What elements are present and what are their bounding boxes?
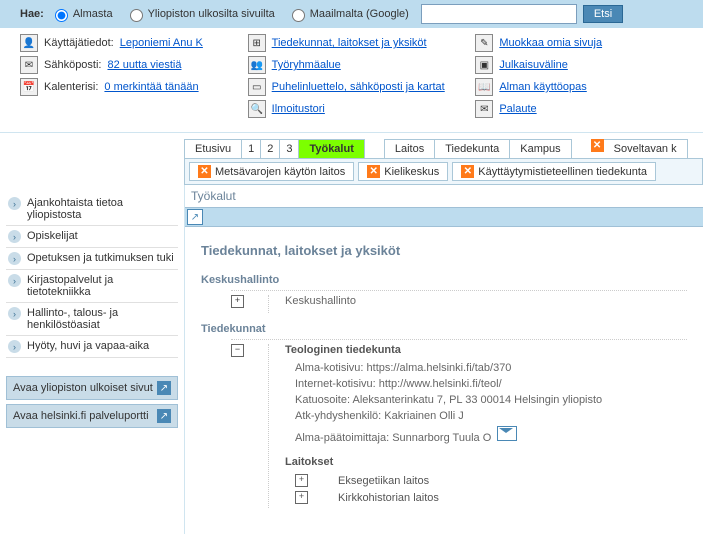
tab-etusivu[interactable]: Etusivu	[184, 139, 242, 158]
chevron-right-icon: ›	[8, 307, 21, 320]
close-icon[interactable]: ✕	[198, 165, 211, 178]
tab-laitos[interactable]: Laitos	[384, 139, 435, 158]
section-tiedekunnat: Tiedekunnat	[201, 323, 687, 335]
tab-tyokalut[interactable]: Työkalut	[298, 139, 364, 158]
expand-icon[interactable]: ↗	[187, 209, 203, 225]
link-board[interactable]: Ilmoitustori	[272, 103, 325, 115]
tab-soveltavan[interactable]: Soveltavan k	[604, 139, 688, 158]
mail-icon: ✉	[20, 56, 38, 74]
tab-2[interactable]: 2	[260, 139, 280, 158]
link-faculties[interactable]: Tiedekunnat, laitokset ja yksiköt	[272, 37, 427, 49]
ext-link-ulkoiset[interactable]: Avaa yliopiston ulkoiset sivut↗	[6, 376, 178, 400]
detail-editor: Alma-päätoimittaja: Sunnarborg Tuula O	[295, 426, 687, 444]
radio-almasta[interactable]: Almasta	[50, 6, 113, 22]
phonebook-icon: ▭	[248, 78, 266, 96]
tab-1[interactable]: 1	[241, 139, 261, 158]
detail-atk: Atk-yhdyshenkilö: Kakriainen Olli J	[295, 410, 687, 422]
subtab-kielikeskus[interactable]: ✕Kielikeskus	[358, 162, 448, 181]
sidebar-item-ajankohtaista[interactable]: ›Ajankohtaista tietoa yliopistosta	[6, 193, 178, 226]
tab-kampus[interactable]: Kampus	[509, 139, 571, 158]
feedback-icon: ✉	[475, 100, 493, 118]
link-publish[interactable]: Julkaisuväline	[499, 59, 567, 71]
chevron-right-icon: ›	[8, 274, 21, 287]
detail-web-url: Internet-kotisivu: http://www.helsinki.f…	[295, 378, 687, 390]
subtab-kayttaytymis[interactable]: ✕Käyttäytymistieteellinen tiedekunta	[452, 162, 656, 181]
detail-alma-url: Alma-kotisivu: https://alma.helsinki.fi/…	[295, 362, 687, 374]
sidebar-item-opetuksen[interactable]: ›Opetuksen ja tutkimuksen tuki	[6, 248, 178, 270]
tab-3[interactable]: 3	[279, 139, 299, 158]
close-icon[interactable]: ✕	[461, 165, 474, 178]
search-bar: Hae: Almasta Yliopiston ulkosilta sivuil…	[0, 0, 703, 28]
user-link[interactable]: Leponiemi Anu K	[120, 37, 203, 49]
info-row: 👤Käyttäjätiedot: Leponiemi Anu K ✉Sähköp…	[0, 28, 703, 133]
guide-icon: 📖	[475, 78, 493, 96]
tree-expand-icon[interactable]: +	[231, 295, 244, 308]
mail-link[interactable]: 82 uutta viestiä	[107, 59, 181, 71]
main-panel: Työkalut ↗ Tiedekunnat, laitokset ja yks…	[184, 185, 703, 534]
link-guide[interactable]: Alman käyttöopas	[499, 81, 586, 93]
subtab-metsavarojen[interactable]: ✕Metsävarojen käytön laitos	[189, 162, 354, 181]
link-editpages[interactable]: Muokkaa omia sivuja	[499, 37, 602, 49]
chevron-right-icon: ›	[8, 252, 21, 265]
calendar-icon: 📅	[20, 78, 38, 96]
section-keskushallinto: Keskushallinto	[201, 274, 687, 286]
sidebar-item-hyoty[interactable]: ›Hyöty, huvi ja vapaa-aika	[6, 336, 178, 358]
chevron-right-icon: ›	[8, 340, 21, 353]
link-phonebook[interactable]: Puhelinluettelo, sähköposti ja kartat	[272, 81, 445, 93]
link-workgroup[interactable]: Työryhmäalue	[272, 59, 341, 71]
close-extra-tab-icon[interactable]: ✕	[591, 139, 604, 152]
external-link-icon: ↗	[157, 409, 171, 423]
panel-toolbar: ↗	[185, 207, 703, 227]
group-icon: 👥	[248, 56, 266, 74]
link-feedback[interactable]: Palaute	[499, 103, 536, 115]
radio-google[interactable]: Maailmalta (Google)	[287, 6, 409, 22]
panel-title: Työkalut	[185, 185, 703, 207]
sidebar-item-hallinto[interactable]: ›Hallinto-, talous- ja henkilöstöasiat	[6, 303, 178, 336]
mail-icon[interactable]	[497, 426, 517, 441]
cal-link[interactable]: 0 merkintää tänään	[104, 81, 198, 93]
org-icon: ⊞	[248, 34, 266, 52]
radio-ulkoiset[interactable]: Yliopiston ulkosilta sivuilta	[125, 6, 275, 22]
user-icon: 👤	[20, 34, 38, 52]
tree-collapse-icon[interactable]: −	[231, 344, 244, 357]
search-button[interactable]: Etsi	[583, 5, 623, 23]
sidebar: ›Ajankohtaista tietoa yliopistosta ›Opis…	[0, 185, 184, 440]
content-heading: Tiedekunnat, laitokset ja yksiköt	[201, 243, 687, 258]
edit-icon: ✎	[475, 34, 493, 52]
chevron-right-icon: ›	[8, 197, 21, 210]
ext-link-helsinki[interactable]: Avaa helsinki.fi palveluportti↗	[6, 404, 178, 428]
board-icon: 🔍	[248, 100, 266, 118]
tree-expand-icon[interactable]: +	[295, 491, 308, 504]
sidebar-item-opiskelijat[interactable]: ›Opiskelijat	[6, 226, 178, 248]
dept-eksegetiikan[interactable]: +Eksegetiikan laitos	[295, 474, 687, 487]
tree-item-keskushallinto[interactable]: Keskushallinto	[285, 295, 687, 307]
sidebar-item-kirjastopalvelut[interactable]: ›Kirjastopalvelut ja tietotekniikka	[6, 270, 178, 303]
chevron-right-icon: ›	[8, 230, 21, 243]
external-link-icon: ↗	[157, 381, 171, 395]
main-tabs: Etusivu 1 2 3 Työkalut Laitos Tiedekunta…	[184, 139, 703, 158]
search-input[interactable]	[421, 4, 577, 24]
publish-icon: ▣	[475, 56, 493, 74]
search-label: Hae:	[20, 8, 44, 20]
tree-expand-icon[interactable]: +	[295, 474, 308, 487]
close-icon[interactable]: ✕	[367, 165, 380, 178]
dept-kirkkohistorian[interactable]: +Kirkkohistorian laitos	[295, 491, 687, 504]
sub-laitokset: Laitokset	[285, 456, 687, 468]
tab-tiedekunta[interactable]: Tiedekunta	[434, 139, 510, 158]
detail-address: Katuosoite: Aleksanterinkatu 7, PL 33 00…	[295, 394, 687, 406]
faculty-teologinen[interactable]: Teologinen tiedekunta	[285, 344, 687, 356]
sub-tabs: ✕Metsävarojen käytön laitos ✕Kielikeskus…	[184, 158, 703, 185]
